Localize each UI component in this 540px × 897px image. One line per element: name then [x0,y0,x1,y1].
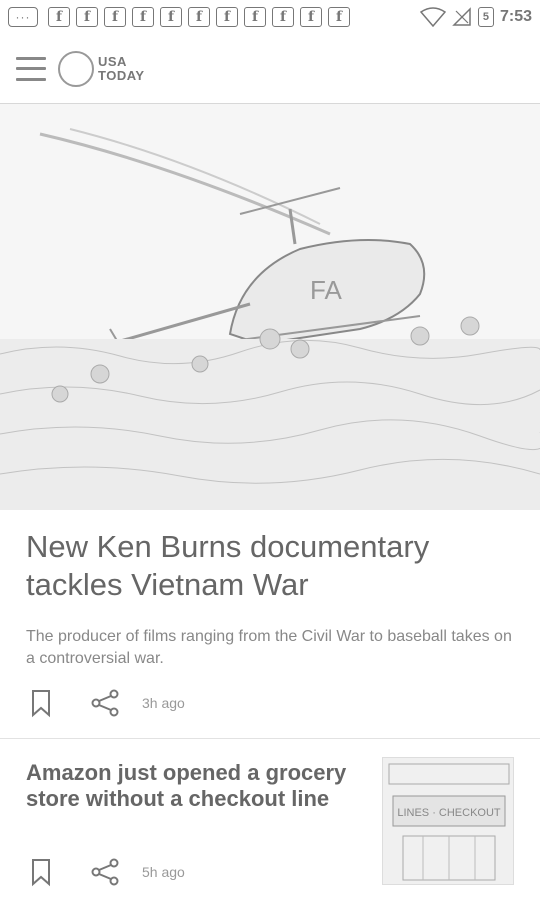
clock-time: 7:53 [499,8,532,25]
share-icon[interactable] [90,857,120,887]
logo-text: USA TODAY [98,53,145,83]
facebook-icon: f [188,7,210,27]
grocery-store-image: LINES · CHECKOUT [383,758,513,884]
top-story-actions: 3h ago [28,688,185,718]
facebook-icon: f [300,7,322,27]
helicopter-illustration: FA [0,104,540,510]
battery-icon: 5 [477,7,494,27]
signal-icon [452,7,471,26]
facebook-icon: f [328,7,350,27]
system-icons: 5 7:53 [419,7,532,27]
bookmark-icon[interactable] [28,857,54,887]
hamburger-menu-icon[interactable] [16,56,46,81]
facebook-icon: f [272,7,294,27]
bookmark-icon[interactable] [28,688,54,718]
status-bar: ··· fffffffffff 5 7:53 [0,0,540,34]
svg-text:FA: FA [310,275,342,305]
notification-icons: ··· fffffffffff [8,7,350,27]
logo-circle-icon [58,50,94,87]
facebook-icon: f [216,7,238,27]
story2-timestamp: 5h ago [142,864,185,880]
story-divider [0,738,540,739]
story2-headline[interactable]: Amazon just opened a grocery store witho… [26,760,356,812]
story2-actions: 5h ago [28,857,185,887]
share-icon[interactable] [90,688,120,718]
hero-image[interactable]: FA [0,104,540,510]
story2-thumbnail[interactable]: LINES · CHECKOUT [382,757,514,885]
usa-today-logo[interactable]: USA TODAY [58,50,145,87]
message-icon: ··· [8,7,38,27]
top-story-timestamp: 3h ago [142,695,185,711]
facebook-icon: f [76,7,98,27]
facebook-icon: f [132,7,154,27]
facebook-icon: f [48,7,70,27]
facebook-notification-icons: fffffffffff [42,7,350,27]
app-header: USA TODAY [0,34,540,104]
svg-text:LINES · CHECKOUT: LINES · CHECKOUT [397,807,501,819]
top-story-summary[interactable]: The producer of films ranging from the C… [26,626,521,670]
facebook-icon: f [104,7,126,27]
top-story-headline[interactable]: New Ken Burns documentary tackles Vietna… [26,528,516,604]
facebook-icon: f [244,7,266,27]
facebook-icon: f [160,7,182,27]
wifi-icon [419,7,446,27]
